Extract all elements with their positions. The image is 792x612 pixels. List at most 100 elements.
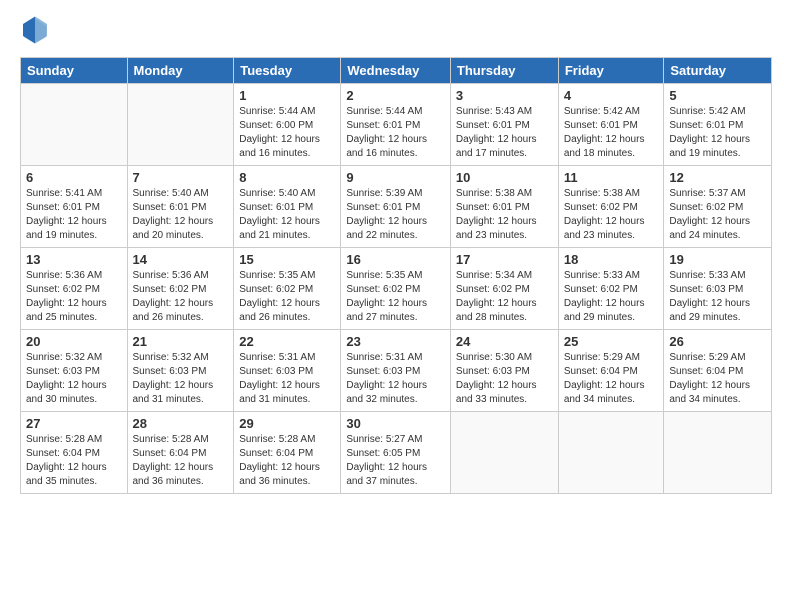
calendar-cell: 6Sunrise: 5:41 AM Sunset: 6:01 PM Daylig…: [21, 166, 128, 248]
calendar-cell: 16Sunrise: 5:35 AM Sunset: 6:02 PM Dayli…: [341, 248, 451, 330]
day-info: Sunrise: 5:42 AM Sunset: 6:01 PM Dayligh…: [669, 105, 766, 161]
week-row-2: 6Sunrise: 5:41 AM Sunset: 6:01 PM Daylig…: [21, 166, 772, 248]
day-info: Sunrise: 5:27 AM Sunset: 6:05 PM Dayligh…: [346, 433, 445, 489]
day-number: 29: [239, 416, 335, 431]
day-number: 2: [346, 88, 445, 103]
day-info: Sunrise: 5:34 AM Sunset: 6:02 PM Dayligh…: [456, 269, 553, 325]
calendar-cell: 27 Sunrise: 5:28 AM Sunset: 6:04 PM Dayli…: [21, 412, 128, 494]
day-number: 8: [239, 170, 335, 185]
weekday-header-saturday: Saturday: [664, 58, 772, 84]
calendar-table: SundayMondayTuesdayWednesdayThursdayFrid…: [20, 57, 772, 494]
day-number: 11: [564, 170, 659, 185]
day-number: 7: [133, 170, 229, 185]
day-info: Sunrise: 5:33 AM Sunset: 6:03 PM Dayligh…: [669, 269, 766, 325]
calendar-cell: 14 Sunrise: 5:36 AM Sunset: 6:02 PM Dayli…: [127, 248, 234, 330]
calendar-cell: 26 Sunrise: 5:29 AM Sunset: 6:04 PM Dayli…: [664, 330, 772, 412]
day-number: 19: [669, 252, 766, 267]
calendar-cell: 11 Sunrise: 5:38 AM Sunset: 6:02 PM Dayli…: [558, 166, 664, 248]
calendar-cell: 20 Sunrise: 5:32 AM Sunset: 6:03 PM Dayli…: [21, 330, 128, 412]
day-info: Sunrise: 5:38 AM Sunset: 6:01 PM Dayligh…: [456, 187, 553, 243]
day-info: Sunrise: 5:28 AM Sunset: 6:04 PM Dayligh…: [239, 433, 335, 489]
calendar-cell: 12Sunrise: 5:37 AM Sunset: 6:02 PM Dayli…: [664, 166, 772, 248]
calendar-cell: 23 Sunrise: 5:31 AM Sunset: 6:03 PM Dayli…: [341, 330, 451, 412]
day-number: 27: [26, 416, 122, 431]
day-info: Sunrise: 5:33 AM Sunset: 6:02 PM Dayligh…: [564, 269, 659, 325]
calendar-cell: 17Sunrise: 5:34 AM Sunset: 6:02 PM Dayli…: [450, 248, 558, 330]
day-number: 23: [346, 334, 445, 349]
day-info: Sunrise: 5:30 AM Sunset: 6:03 PM Dayligh…: [456, 351, 553, 407]
day-number: 4: [564, 88, 659, 103]
day-number: 28: [133, 416, 229, 431]
day-number: 25: [564, 334, 659, 349]
day-info: Sunrise: 5:29 AM Sunset: 6:04 PM Dayligh…: [564, 351, 659, 407]
weekday-header-wednesday: Wednesday: [341, 58, 451, 84]
week-row-5: 27 Sunrise: 5:28 AM Sunset: 6:04 PM Dayli…: [21, 412, 772, 494]
day-number: 3: [456, 88, 553, 103]
week-row-4: 20 Sunrise: 5:32 AM Sunset: 6:03 PM Dayli…: [21, 330, 772, 412]
day-info: Sunrise: 5:35 AM Sunset: 6:02 PM Dayligh…: [346, 269, 445, 325]
weekday-header-thursday: Thursday: [450, 58, 558, 84]
day-number: 15: [239, 252, 335, 267]
weekday-header-sunday: Sunday: [21, 58, 128, 84]
day-info: Sunrise: 5:36 AM Sunset: 6:02 PM Dayligh…: [26, 269, 122, 325]
calendar-cell: [558, 412, 664, 494]
day-info: Sunrise: 5:44 AM Sunset: 6:00 PM Dayligh…: [239, 105, 335, 161]
day-number: 21: [133, 334, 229, 349]
calendar-cell: [664, 412, 772, 494]
calendar-cell: [450, 412, 558, 494]
calendar-cell: 30 Sunrise: 5:27 AM Sunset: 6:05 PM Dayli…: [341, 412, 451, 494]
calendar-cell: 29 Sunrise: 5:28 AM Sunset: 6:04 PM Dayli…: [234, 412, 341, 494]
calendar-cell: 10 Sunrise: 5:38 AM Sunset: 6:01 PM Dayli…: [450, 166, 558, 248]
day-number: 13: [26, 252, 122, 267]
day-number: 20: [26, 334, 122, 349]
day-info: Sunrise: 5:44 AM Sunset: 6:01 PM Dayligh…: [346, 105, 445, 161]
day-number: 12: [669, 170, 766, 185]
calendar-cell: 4 Sunrise: 5:42 AM Sunset: 6:01 PM Daylig…: [558, 84, 664, 166]
day-info: Sunrise: 5:28 AM Sunset: 6:04 PM Dayligh…: [26, 433, 122, 489]
day-number: 5: [669, 88, 766, 103]
day-number: 26: [669, 334, 766, 349]
day-info: Sunrise: 5:35 AM Sunset: 6:02 PM Dayligh…: [239, 269, 335, 325]
logo: [20, 15, 54, 45]
day-number: 18: [564, 252, 659, 267]
day-info: Sunrise: 5:42 AM Sunset: 6:01 PM Dayligh…: [564, 105, 659, 161]
day-number: 22: [239, 334, 335, 349]
calendar-cell: 24 Sunrise: 5:30 AM Sunset: 6:03 PM Dayli…: [450, 330, 558, 412]
calendar-cell: 2 Sunrise: 5:44 AM Sunset: 6:01 PM Daylig…: [341, 84, 451, 166]
day-info: Sunrise: 5:40 AM Sunset: 6:01 PM Dayligh…: [239, 187, 335, 243]
day-info: Sunrise: 5:28 AM Sunset: 6:04 PM Dayligh…: [133, 433, 229, 489]
calendar-cell: 1 Sunrise: 5:44 AM Sunset: 6:00 PM Daylig…: [234, 84, 341, 166]
day-number: 30: [346, 416, 445, 431]
calendar-cell: 8 Sunrise: 5:40 AM Sunset: 6:01 PM Daylig…: [234, 166, 341, 248]
day-info: Sunrise: 5:38 AM Sunset: 6:02 PM Dayligh…: [564, 187, 659, 243]
calendar-cell: 5 Sunrise: 5:42 AM Sunset: 6:01 PM Daylig…: [664, 84, 772, 166]
calendar-cell: 3Sunrise: 5:43 AM Sunset: 6:01 PM Daylig…: [450, 84, 558, 166]
week-row-1: 1 Sunrise: 5:44 AM Sunset: 6:00 PM Daylig…: [21, 84, 772, 166]
calendar-cell: [21, 84, 128, 166]
calendar-cell: 18 Sunrise: 5:33 AM Sunset: 6:02 PM Dayli…: [558, 248, 664, 330]
weekday-header-monday: Monday: [127, 58, 234, 84]
day-number: 1: [239, 88, 335, 103]
day-info: Sunrise: 5:31 AM Sunset: 6:03 PM Dayligh…: [239, 351, 335, 407]
day-info: Sunrise: 5:32 AM Sunset: 6:03 PM Dayligh…: [26, 351, 122, 407]
day-number: 10: [456, 170, 553, 185]
day-info: Sunrise: 5:29 AM Sunset: 6:04 PM Dayligh…: [669, 351, 766, 407]
day-info: Sunrise: 5:40 AM Sunset: 6:01 PM Dayligh…: [133, 187, 229, 243]
logo-icon: [20, 15, 50, 45]
calendar-cell: 21 Sunrise: 5:32 AM Sunset: 6:03 PM Dayli…: [127, 330, 234, 412]
day-info: Sunrise: 5:36 AM Sunset: 6:02 PM Dayligh…: [133, 269, 229, 325]
day-info: Sunrise: 5:31 AM Sunset: 6:03 PM Dayligh…: [346, 351, 445, 407]
week-row-3: 13 Sunrise: 5:36 AM Sunset: 6:02 PM Dayli…: [21, 248, 772, 330]
weekday-header-row: SundayMondayTuesdayWednesdayThursdayFrid…: [21, 58, 772, 84]
header: [20, 15, 772, 45]
day-info: Sunrise: 5:32 AM Sunset: 6:03 PM Dayligh…: [133, 351, 229, 407]
calendar-cell: 7 Sunrise: 5:40 AM Sunset: 6:01 PM Daylig…: [127, 166, 234, 248]
day-info: Sunrise: 5:41 AM Sunset: 6:01 PM Dayligh…: [26, 187, 122, 243]
calendar-cell: 9Sunrise: 5:39 AM Sunset: 6:01 PM Daylig…: [341, 166, 451, 248]
day-number: 14: [133, 252, 229, 267]
day-number: 9: [346, 170, 445, 185]
day-number: 24: [456, 334, 553, 349]
weekday-header-friday: Friday: [558, 58, 664, 84]
calendar-cell: [127, 84, 234, 166]
calendar-cell: 28 Sunrise: 5:28 AM Sunset: 6:04 PM Dayli…: [127, 412, 234, 494]
